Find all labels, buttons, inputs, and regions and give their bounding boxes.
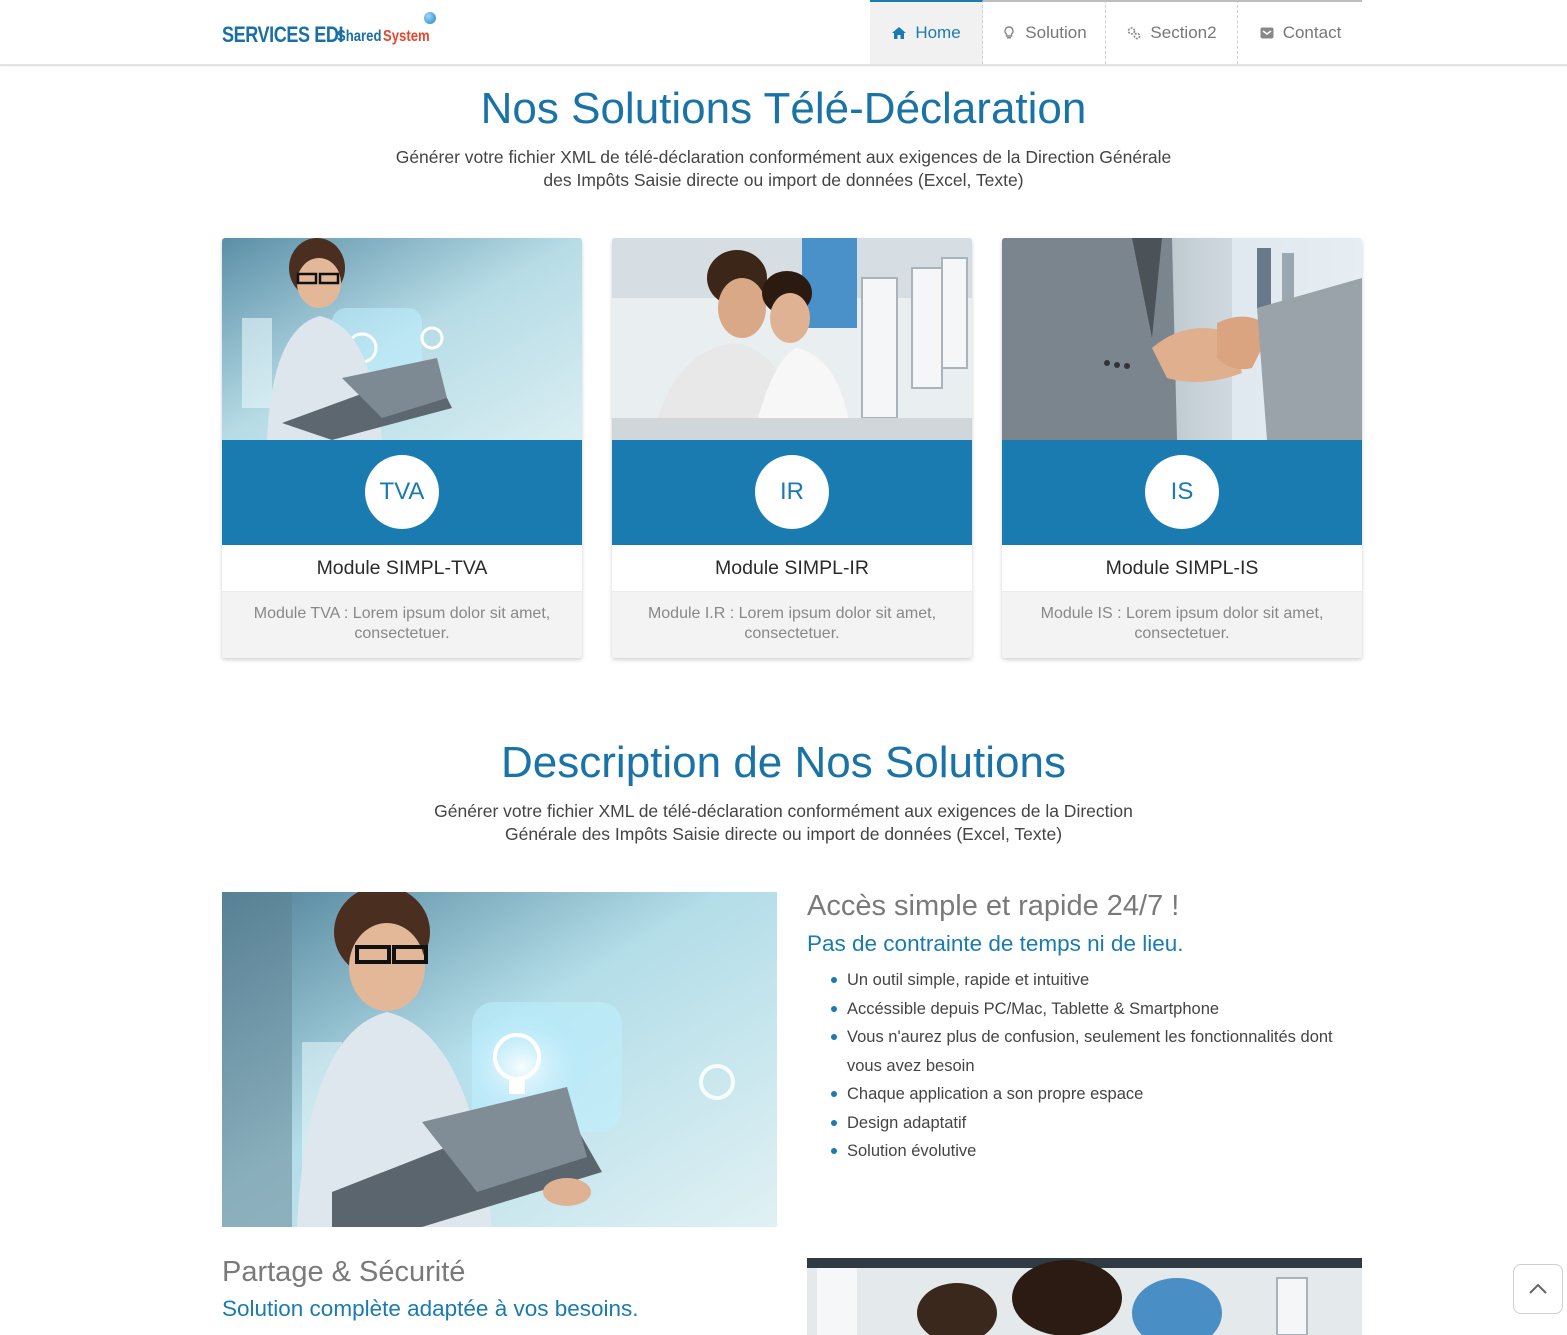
scroll-top-button[interactable] (1513, 1264, 1563, 1314)
card-band: IR (612, 440, 972, 545)
card-image-students-computers (612, 238, 972, 440)
chevron-up-icon (1529, 1283, 1547, 1294)
nav-section2-label: Section2 (1150, 23, 1217, 42)
card-title[interactable]: Module SIMPL-IR (612, 545, 972, 592)
nav-contact[interactable]: Contact (1238, 0, 1362, 64)
card-description-line1: Module IS : Lorem ipsum dolor sit amet, (1040, 605, 1324, 622)
brand-logo[interactable]: SERVICES EDI Shared System (222, 12, 440, 48)
solutions-subtitle-line1: Générer votre fichier XML de télé-déclar… (395, 147, 1172, 167)
card-badge: TVA (365, 455, 439, 529)
envelope-icon (1260, 27, 1274, 39)
card-description: Module I.R : Lorem ipsum dolor sit amet,… (612, 592, 972, 658)
feature-image-laptop-man (222, 892, 777, 1227)
feature-image-students (807, 1258, 1362, 1335)
nav-solution-label: Solution (1025, 23, 1087, 42)
description-subtitle-line2: Générale des Impôts Saisie directe ou im… (504, 823, 1063, 844)
card-description-line2: consectetuer. (354, 625, 450, 642)
card-band: IS (1002, 440, 1362, 545)
module-card-is[interactable]: IS Module SIMPL-IS Module IS : Lorem ips… (1002, 238, 1362, 658)
list-item: Vous n'aurez plus de confusion, seulemen… (830, 1023, 1350, 1080)
card-badge: IR (755, 455, 829, 529)
card-description-line2: consectetuer. (744, 625, 840, 642)
list-item: Accéssible depuis PC/Mac, Tablette & Sma… (830, 995, 1350, 1024)
list-item: Solution évolutive (830, 1137, 1350, 1166)
card-image-handshake (1002, 238, 1362, 440)
brand-system: System (383, 28, 430, 45)
list-item: Un outil simple, rapide et intuitive (830, 966, 1350, 995)
card-band: TVA (222, 440, 582, 545)
card-title[interactable]: Module SIMPL-TVA (222, 545, 582, 592)
card-image-laptop-man (222, 238, 582, 440)
module-card-ir[interactable]: IR Module SIMPL-IR Module I.R : Lorem ip… (612, 238, 972, 658)
list-item: Chaque application a son propre espace (830, 1080, 1350, 1109)
nav-solution[interactable]: Solution (983, 0, 1106, 64)
description-subtitle-line1: Générer votre fichier XML de télé-déclar… (434, 801, 1133, 821)
solutions-subtitle: Générer votre fichier XML de télé-déclar… (0, 146, 1567, 191)
feature2-subheading: Solution complète adaptée à vos besoins. (222, 1296, 639, 1321)
description-title: Description de Nos Solutions (501, 738, 1066, 787)
top-navbar: SERVICES EDI Shared System Home Solution… (0, 0, 1567, 66)
card-description: Module IS : Lorem ipsum dolor sit amet, … (1002, 592, 1362, 658)
card-description-line2: consectetuer. (1134, 625, 1230, 642)
feature1-subheading: Pas de contrainte de temps ni de lieu. (807, 931, 1184, 956)
card-title[interactable]: Module SIMPL-IS (1002, 545, 1362, 592)
nav-section2[interactable]: Section2 (1106, 0, 1238, 64)
solutions-title: Nos Solutions Télé-Déclaration (480, 84, 1087, 133)
home-icon (892, 27, 907, 39)
card-description: Module TVA : Lorem ipsum dolor sit amet,… (222, 592, 582, 658)
solutions-subtitle-line2: des Impôts Saisie directe ou import de d… (543, 169, 1024, 190)
feature1-list: Un outil simple, rapide et intuitive Acc… (830, 966, 1350, 1166)
nav-home[interactable]: Home (870, 0, 983, 64)
card-description-line1: Module I.R : Lorem ipsum dolor sit amet, (647, 605, 937, 622)
cogs-icon (1128, 27, 1141, 40)
list-item: Design adaptatif (830, 1109, 1350, 1138)
brand-shared: Shared (337, 28, 382, 45)
nav-home-label: Home (915, 23, 961, 42)
description-subtitle: Générer votre fichier XML de télé-déclar… (0, 800, 1567, 845)
globe-icon (424, 12, 436, 24)
card-badge: IS (1145, 455, 1219, 529)
feature2-heading: Partage & Sécurité (222, 1256, 466, 1288)
nav-contact-label: Contact (1282, 23, 1342, 42)
brand-main: SERVICES EDI (222, 22, 344, 47)
feature1-heading: Accès simple et rapide 24/7 ! (807, 890, 1180, 922)
lightbulb-icon (1004, 26, 1014, 39)
card-description-line1: Module TVA : Lorem ipsum dolor sit amet, (253, 605, 551, 622)
module-card-tva[interactable]: TVA Module SIMPL-TVA Module TVA : Lorem … (222, 238, 582, 658)
main-nav: Home Solution Section2 Contact (870, 0, 1362, 64)
